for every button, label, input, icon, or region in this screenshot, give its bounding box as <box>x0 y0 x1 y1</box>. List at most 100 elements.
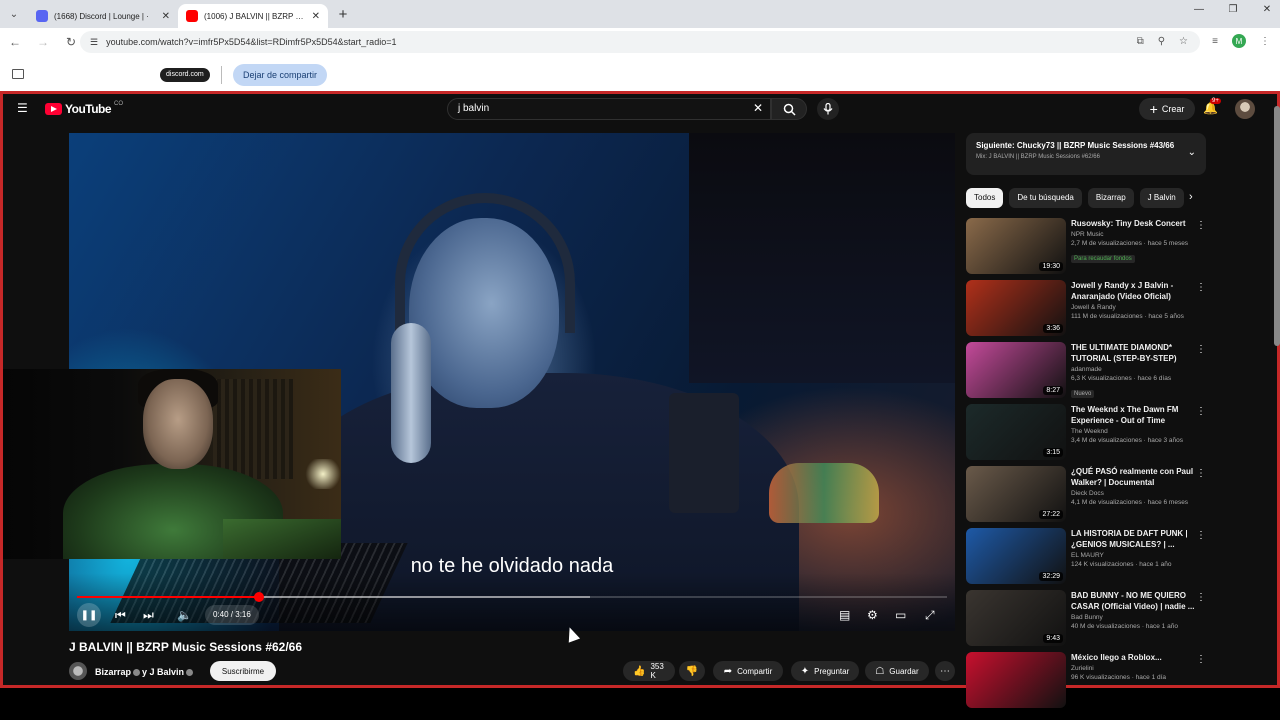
bookmark-star-icon[interactable]: ☆ <box>1179 36 1188 47</box>
video-title[interactable]: ¿QUÉ PASÓ realmente con Paul Walker? | D… <box>1071 466 1195 488</box>
tab-youtube[interactable]: (1006) J BALVIN || BZRP Mu ✕ <box>178 4 328 28</box>
stop-sharing-button[interactable]: Dejar de compartir <box>233 64 328 86</box>
video-thumbnail[interactable] <box>966 652 1066 708</box>
more-actions-button[interactable]: ⋯ <box>935 661 955 681</box>
minimize-icon[interactable]: — <box>1194 4 1204 15</box>
menu-hamburger-icon[interactable]: ☰ <box>17 102 29 114</box>
dislike-button[interactable]: 👎 <box>679 661 705 681</box>
recommendation-item[interactable]: 3:15 The Weeknd x The Dawn FM Experience … <box>966 404 1206 460</box>
tab-discord[interactable]: (1668) Discord | Lounge | · ✕ <box>28 4 178 28</box>
channel-name[interactable]: Bizarrap <box>95 667 131 677</box>
progress-scrubber[interactable] <box>253 592 264 602</box>
chip-all[interactable]: Todos <box>966 188 1004 208</box>
more-vertical-icon[interactable]: ⋮ <box>1196 654 1206 665</box>
video-thumbnail[interactable]: 8:27 <box>966 342 1066 398</box>
scrollbar-thumb[interactable] <box>1274 106 1280 346</box>
subscribe-button[interactable]: Suscribirme <box>210 661 276 681</box>
close-tab-icon[interactable]: ✕ <box>312 11 320 22</box>
filter-chips: Todos De tu búsqueda Bizarrap J Balvin <box>966 188 1206 208</box>
profile-avatar[interactable]: M <box>1232 34 1246 48</box>
channel-name[interactable]: EL MAURY <box>1071 552 1195 559</box>
video-thumbnail[interactable]: 9:43 <box>966 590 1066 646</box>
recommendation-item[interactable]: 19:30 Rusowsky: Tiny Desk Concert NPR Musi… <box>966 218 1206 274</box>
back-icon[interactable]: ← <box>6 35 24 49</box>
forward-icon[interactable]: → <box>34 35 52 49</box>
more-vertical-icon[interactable]: ⋮ <box>1196 282 1206 293</box>
recommendation-item[interactable]: 9:43 BAD BUNNY - NO ME QUIERO CASAR (Offi… <box>966 590 1206 646</box>
video-title[interactable]: México llego a Roblox... <box>1071 652 1195 663</box>
video-thumbnail[interactable]: 27:22 <box>966 466 1066 522</box>
up-next-panel[interactable]: Siguiente: Chucky73 || BZRP Music Sessio… <box>966 133 1206 175</box>
settings-gear-icon[interactable]: ⚙ <box>867 607 878 623</box>
new-tab-button[interactable]: + <box>332 6 354 23</box>
more-vertical-icon[interactable]: ⋮ <box>1196 344 1206 355</box>
recommendation-item[interactable]: 27:22 ¿QUÉ PASÓ realmente con Paul Walker… <box>966 466 1206 522</box>
more-vertical-icon[interactable]: ⋮ <box>1196 530 1206 541</box>
video-title[interactable]: BAD BUNNY - NO ME QUIERO CASAR (Official… <box>1071 590 1195 612</box>
recommendation-item[interactable]: 8:27 THE ULTIMATE DIAMOND* TUTORIAL (STEP… <box>966 342 1206 398</box>
like-button[interactable]: 👍 353 K <box>623 661 675 681</box>
chevron-down-icon[interactable]: ⌄ <box>1188 147 1196 158</box>
next-icon[interactable]: ⏭ <box>143 607 154 623</box>
tab-search-icon[interactable]: ⌄ <box>0 0 28 28</box>
video-thumbnail[interactable]: 3:15 <box>966 404 1066 460</box>
chevron-right-icon[interactable]: › <box>1189 191 1193 203</box>
channel-names[interactable]: Bizarrap y J Balvin <box>95 667 195 677</box>
channel-name[interactable]: adanmade <box>1071 366 1195 373</box>
channel-collab[interactable]: y J Balvin <box>142 667 184 677</box>
volume-icon[interactable]: 🔈 <box>177 607 192 623</box>
address-bar[interactable]: ☰ youtube.com/watch?v=imfr5Px5D54&list=R… <box>80 31 1200 53</box>
video-title[interactable]: THE ULTIMATE DIAMOND* TUTORIAL (STEP-BY-… <box>1071 342 1195 364</box>
channel-avatar[interactable] <box>69 662 87 680</box>
channel-name[interactable]: Bad Bunny <box>1071 614 1195 621</box>
search-input[interactable]: j balvin <box>447 98 771 120</box>
create-button[interactable]: + Crear <box>1139 98 1195 120</box>
more-vertical-icon[interactable]: ⋮ <box>1196 406 1206 417</box>
save-button[interactable]: ☖ Guardar <box>865 661 929 681</box>
theater-mode-icon[interactable]: ▭ <box>895 607 906 623</box>
video-thumbnail[interactable]: 19:30 <box>966 218 1066 274</box>
voice-search-button[interactable] <box>817 98 839 120</box>
channel-name[interactable]: NPR Music <box>1071 231 1195 238</box>
more-vertical-icon[interactable]: ⋮ <box>1196 220 1206 231</box>
install-icon[interactable]: ⧉ <box>1137 36 1144 47</box>
account-avatar[interactable] <box>1235 99 1255 119</box>
clear-search-icon[interactable]: ✕ <box>753 101 763 115</box>
video-thumbnail[interactable]: 32:29 <box>966 528 1066 584</box>
fullscreen-icon[interactable]: ⤢ <box>925 607 935 623</box>
channel-name[interactable]: Zurielini <box>1071 665 1195 672</box>
chip-from-search[interactable]: De tu búsqueda <box>1009 188 1082 208</box>
channel-name[interactable]: The Weeknd <box>1071 428 1195 435</box>
more-vertical-icon[interactable]: ⋮ <box>1196 468 1206 479</box>
progress-bar[interactable] <box>77 592 947 602</box>
search-button[interactable] <box>771 98 807 120</box>
maximize-icon[interactable]: ❐ <box>1228 4 1238 15</box>
reading-list-icon[interactable]: ≡ <box>1212 36 1218 47</box>
menu-icon[interactable]: ⋮ <box>1260 36 1270 47</box>
youtube-logo[interactable]: YouTube CO <box>45 101 123 116</box>
recommendation-item[interactable]: México llego a Roblox... Zurielini 96 K vi… <box>966 652 1206 708</box>
previous-icon[interactable]: ⏮ <box>115 607 126 623</box>
channel-name[interactable]: Dieck Docs <box>1071 490 1195 497</box>
chip-j-balvin[interactable]: J Balvin <box>1139 188 1184 208</box>
page-scrollbar[interactable] <box>1274 96 1280 686</box>
video-title[interactable]: LA HISTORIA DE DAFT PUNK | ¿GENIOS MUSIC… <box>1071 528 1195 550</box>
video-title[interactable]: The Weeknd x The Dawn FM Experience - Ou… <box>1071 404 1195 426</box>
chip-bizarrap[interactable]: Bizarrap <box>1087 188 1134 208</box>
close-window-icon[interactable]: ✕ <box>1262 4 1272 15</box>
video-thumbnail[interactable]: 3:36 <box>966 280 1066 336</box>
close-tab-icon[interactable]: ✕ <box>162 11 170 22</box>
more-vertical-icon[interactable]: ⋮ <box>1196 592 1206 603</box>
ask-button[interactable]: ✦ Preguntar <box>791 661 859 681</box>
recommendation-item[interactable]: 3:36 Jowell y Randy x J Balvin - Anaranja… <box>966 280 1206 336</box>
share-button[interactable]: ➦ Compartir <box>713 661 783 681</box>
subtitles-icon[interactable]: ▤ <box>839 607 850 623</box>
site-info-icon[interactable]: ☰ <box>90 37 98 48</box>
video-title[interactable]: Jowell y Randy x J Balvin - Anaranjado (… <box>1071 280 1195 302</box>
pause-button[interactable]: ❚❚ <box>77 603 101 627</box>
video-title[interactable]: Rusowsky: Tiny Desk Concert <box>1071 218 1195 229</box>
zoom-icon[interactable]: ⚲ <box>1158 36 1165 47</box>
reload-icon[interactable]: ↻ <box>62 35 80 49</box>
channel-name[interactable]: Jowell & Randy <box>1071 304 1195 311</box>
recommendation-item[interactable]: 32:29 LA HISTORIA DE DAFT PUNK | ¿GENIOS … <box>966 528 1206 584</box>
